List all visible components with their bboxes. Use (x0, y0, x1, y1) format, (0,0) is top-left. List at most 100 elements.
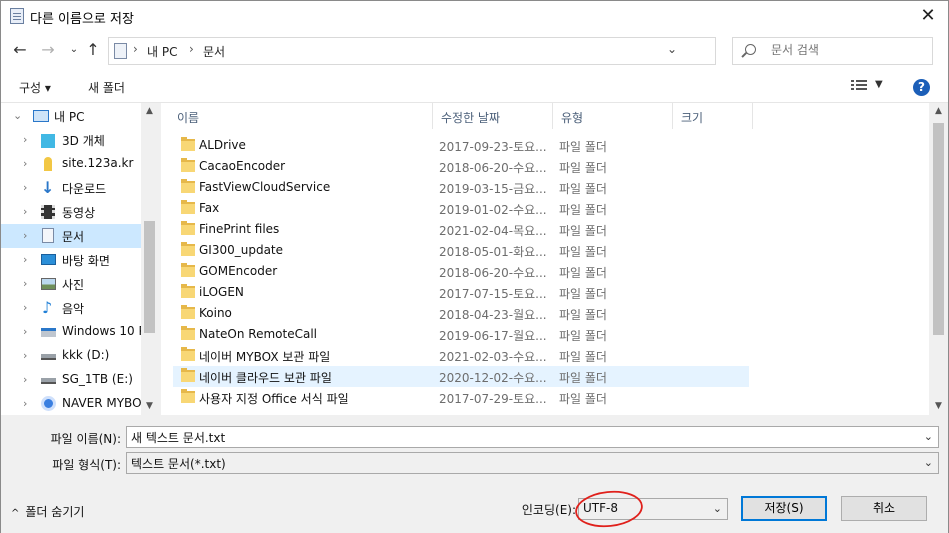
back-arrow-icon[interactable]: ← (10, 40, 30, 60)
nav-item-site[interactable]: › site.123a.kr (1, 152, 141, 176)
file-date: 2017-07-29-토요... (439, 392, 547, 406)
column-header-size[interactable]: 크기 (673, 103, 753, 129)
file-row[interactable]: GOMEncoder 2018-06-20-수요... 파일 폴더 (173, 261, 749, 282)
folder-icon (181, 263, 195, 277)
nav-item-my-pc[interactable]: ⌄ 내 PC (1, 104, 141, 128)
folder-icon (181, 137, 195, 151)
chevron-down-icon[interactable]: ⌄ (924, 456, 933, 469)
scroll-thumb[interactable] (144, 221, 155, 333)
file-row[interactable]: FinePrint files 2021-02-04-목요... 파일 폴더 (173, 219, 749, 240)
recent-locations-chevron-icon[interactable]: ⌄ (64, 40, 84, 60)
nav-item-videos[interactable]: › 동영상 (1, 200, 141, 224)
file-row[interactable]: iLOGEN 2017-07-15-토요... 파일 폴더 (173, 282, 749, 303)
nav-item-pictures[interactable]: › 사진 (1, 272, 141, 296)
hide-folders-button[interactable]: ^ 폴더 숨기기 (11, 503, 84, 520)
organize-button[interactable]: 구성 ▾ (19, 79, 51, 96)
nav-item-documents[interactable]: › 문서 (1, 224, 141, 248)
chevron-down-icon[interactable]: ⌄ (924, 430, 933, 443)
scroll-thumb[interactable] (933, 123, 944, 335)
file-type: 파일 폴더 (559, 140, 607, 154)
nav-label: 다운로드 (62, 182, 107, 196)
cancel-button[interactable]: 취소 (841, 496, 927, 521)
breadcrumb-separator-icon[interactable]: › (189, 42, 194, 56)
navigation-scrollbar[interactable]: ▲ ▼ (141, 103, 158, 415)
collapsed-chevron-icon[interactable]: › (23, 277, 33, 290)
file-name: 네이버 클라우드 보관 파일 (199, 371, 332, 385)
scroll-up-icon[interactable]: ▲ (141, 106, 158, 116)
file-row[interactable]: Koino 2018-04-23-월요... 파일 폴더 (173, 303, 749, 324)
address-bar[interactable]: › 내 PC › 문서 ⌄ ↻ (108, 37, 816, 65)
drive-icon (41, 354, 56, 360)
file-row[interactable]: 사용자 지정 Office 서식 파일 2017-07-29-토요... 파일 폴더 (173, 387, 749, 408)
folder-icon (181, 284, 195, 298)
collapsed-chevron-icon[interactable]: › (23, 397, 33, 410)
collapsed-chevron-icon[interactable]: › (23, 229, 33, 242)
collapsed-chevron-icon[interactable]: › (23, 133, 33, 146)
file-row[interactable]: FastViewCloudService 2019-03-15-금요... 파일 폴… (173, 177, 749, 198)
expanded-chevron-icon[interactable]: ⌄ (13, 109, 23, 122)
file-row[interactable]: 네이버 MYBOX 보관 파일 2021-02-03-수요... 파일 폴더 (173, 345, 749, 366)
file-row-hovered[interactable]: 네이버 클라우드 보관 파일 2020-12-02-수요... 파일 폴더 (173, 366, 749, 387)
nav-label: 음악 (62, 302, 85, 316)
save-button[interactable]: 저장(S) (741, 496, 827, 521)
scroll-up-icon[interactable]: ▲ (929, 106, 948, 116)
file-date: 2018-06-20-수요... (439, 161, 547, 175)
view-options-dropdown-icon[interactable]: ▼ (875, 79, 883, 90)
nav-item-3d-objects[interactable]: › 3D 개체 (1, 128, 141, 152)
nav-item-downloads[interactable]: › ↓ 다운로드 (1, 176, 141, 200)
help-icon[interactable]: ? (913, 79, 930, 96)
folder-icon (181, 179, 195, 193)
collapsed-chevron-icon[interactable]: › (23, 301, 33, 314)
scroll-down-icon[interactable]: ▼ (141, 401, 158, 411)
column-header-date[interactable]: 수정한 날짜 (433, 103, 553, 129)
file-row[interactable]: NateOn RemoteCall 2019-06-17-월요... 파일 폴더 (173, 324, 749, 345)
file-list-scrollbar[interactable]: ▲ ▼ (929, 103, 948, 415)
collapsed-chevron-icon[interactable]: › (23, 181, 33, 194)
collapsed-chevron-icon[interactable]: › (23, 253, 33, 266)
address-dropdown-icon[interactable]: ⌄ (667, 42, 677, 56)
column-header-type[interactable]: 유형 (553, 103, 673, 129)
scroll-down-icon[interactable]: ▼ (929, 401, 948, 411)
filetype-select[interactable]: 텍스트 문서(*.txt) ⌄ (126, 452, 939, 474)
breadcrumb-my-pc[interactable]: 내 PC (147, 43, 177, 60)
dialog-title: 다른 이름으로 저장 (30, 12, 134, 27)
chevron-down-icon[interactable]: ⌄ (713, 502, 722, 515)
file-name: FastViewCloudService (199, 180, 331, 194)
view-details-icon[interactable] (851, 80, 867, 92)
file-row[interactable]: CacaoEncoder 2018-06-20-수요... 파일 폴더 (173, 156, 749, 177)
filename-label: 파일 이름(N): (50, 432, 121, 446)
column-header-name[interactable]: ^ 이름 (169, 103, 433, 129)
new-folder-button[interactable]: 새 폴더 (88, 79, 125, 96)
filename-field[interactable]: 새 텍스트 문서.txt ⌄ (126, 426, 939, 448)
search-icon (745, 44, 756, 55)
search-input[interactable] (771, 43, 926, 57)
address-row: ← → ⌄ ↑ › 내 PC › 문서 ⌄ ↻ (1, 31, 948, 71)
collapsed-chevron-icon[interactable]: › (23, 325, 33, 338)
cube-icon (41, 134, 55, 148)
file-name: ALDrive (199, 138, 246, 152)
collapsed-chevron-icon[interactable]: › (23, 349, 33, 362)
nav-item-music[interactable]: › ♪ 음악 (1, 296, 141, 320)
nav-item-naver-mybox[interactable]: › NAVER MYBO> (1, 392, 152, 415)
breadcrumb-separator-icon[interactable]: › (133, 42, 138, 56)
download-icon: ↓ (41, 178, 55, 197)
nav-item-drive-e[interactable]: › SG_1TB (E:) (1, 368, 141, 392)
nav-item-drive-d[interactable]: › kkk (D:) (1, 344, 141, 368)
collapsed-chevron-icon[interactable]: › (23, 157, 33, 170)
file-row[interactable]: GI300_update 2018-05-01-화요... 파일 폴더 (173, 240, 749, 261)
close-icon[interactable]: ✕ (916, 5, 940, 27)
nav-item-windows-drive[interactable]: › Windows 10 P (1, 320, 146, 344)
forward-arrow-icon[interactable]: → (38, 40, 58, 60)
file-type: 파일 폴더 (559, 266, 607, 280)
breadcrumb-documents[interactable]: 문서 (203, 43, 225, 60)
command-toolbar: 구성 ▾ 새 폴더 ▼ ? (1, 71, 948, 103)
file-date: 2017-09-23-토요... (439, 140, 547, 154)
nav-item-desktop[interactable]: › 바탕 화면 (1, 248, 141, 272)
up-arrow-icon[interactable]: ↑ (83, 40, 103, 60)
collapsed-chevron-icon[interactable]: › (23, 373, 33, 386)
file-row[interactable]: ALDrive 2017-09-23-토요... 파일 폴더 (173, 135, 749, 156)
collapsed-chevron-icon[interactable]: › (23, 205, 33, 218)
search-box[interactable] (732, 37, 933, 65)
file-row[interactable]: Fax 2019-01-02-수요... 파일 폴더 (173, 198, 749, 219)
file-name: GOMEncoder (199, 264, 278, 278)
